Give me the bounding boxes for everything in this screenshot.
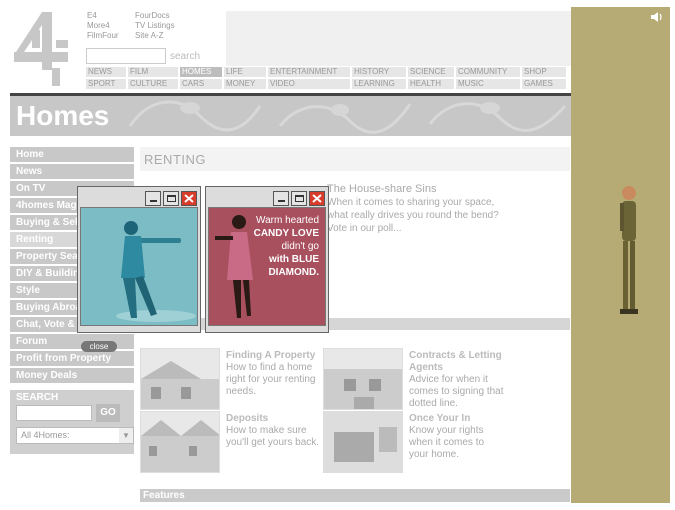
nav-games[interactable]: GAMES [522, 79, 566, 89]
man-figure-icon [620, 186, 638, 314]
link-filmfour[interactable]: FilmFour [87, 31, 119, 41]
house-photo-2[interactable] [323, 348, 403, 410]
channel4-logo[interactable] [12, 10, 74, 88]
sidebar-item-profit[interactable]: Profit from Property [10, 351, 134, 366]
maximize-icon[interactable] [291, 190, 307, 206]
go-button[interactable]: GO [96, 404, 120, 422]
nav-sport[interactable]: SPORT [86, 79, 126, 89]
search-heading: SEARCH [16, 392, 59, 403]
card-text-finding: How to find a home right for your rentin… [226, 362, 316, 397]
minimize-icon[interactable] [273, 190, 289, 206]
ad-line-5: DIAMOND. [268, 267, 319, 278]
ad-line-1: Warm hearted [256, 215, 319, 226]
popup-close-button[interactable]: close [81, 341, 117, 352]
ad-line-2: CANDY LOVE [253, 228, 319, 239]
popup-window-pink[interactable]: Warm hearted CANDY LOVE didn't go with B… [205, 186, 329, 333]
ad-line-4: with BLUE [269, 254, 319, 265]
nav-culture[interactable]: CULTURE [128, 79, 178, 89]
nav-learning[interactable]: LEARNING [352, 79, 406, 89]
nav-science[interactable]: SCIENCE [408, 67, 454, 77]
nav-cars[interactable]: CARS [180, 79, 222, 89]
maximize-icon[interactable] [163, 190, 179, 206]
nav-music[interactable]: MUSIC [456, 79, 520, 89]
card-text-deposits: How to make sure you'll get yours back. [226, 425, 320, 448]
house-photo-3[interactable] [140, 411, 220, 473]
house-photo-icon [324, 412, 402, 472]
header-banner-area [226, 11, 571, 66]
link-e4[interactable]: E4 [87, 11, 119, 21]
link-fourdocs[interactable]: FourDocs [135, 11, 175, 21]
features-bar: Features [140, 489, 570, 502]
sidebar-item-home[interactable]: Home [10, 147, 134, 162]
sidebar-item-news[interactable]: News [10, 164, 134, 179]
section-select-value: All 4Homes: [21, 430, 70, 440]
link-more4[interactable]: More4 [87, 21, 119, 31]
sidebar-search-panel: SEARCH GO All 4Homes: ▼ [10, 390, 134, 454]
nav-money[interactable]: MONEY [224, 79, 266, 89]
popup-titlebar[interactable] [80, 189, 198, 207]
top-links-col2: FourDocs TV Listings Site A-Z [135, 11, 175, 41]
card-title-deposits[interactable]: Deposits [226, 413, 268, 425]
card-text-once-in: Know your rights when it comes to your h… [409, 425, 485, 460]
header-search-button[interactable]: search [170, 51, 200, 62]
house-photo-4[interactable] [323, 411, 403, 473]
house-photo-icon [141, 420, 219, 472]
nav-film[interactable]: FILM [128, 67, 178, 77]
page-title: Homes [16, 100, 110, 131]
nav-homes[interactable]: HOMES [180, 67, 222, 77]
close-icon[interactable] [309, 190, 325, 206]
speaker-icon[interactable] [650, 11, 664, 23]
chevron-down-icon[interactable]: ▼ [119, 428, 133, 443]
link-site-az[interactable]: Site A-Z [135, 31, 175, 41]
card-title-contracts[interactable]: Contracts & Letting Agents [409, 350, 509, 374]
top-links-col1: E4 More4 FilmFour [87, 11, 119, 41]
nav-community[interactable]: COMMUNITY [456, 67, 520, 77]
woman-pointing-icon [116, 221, 196, 322]
popup-content-pink[interactable]: Warm hearted CANDY LOVE didn't go with B… [208, 207, 326, 326]
popup-window-blue[interactable] [77, 186, 201, 333]
section-banner: Homes [10, 96, 571, 136]
feature-text: When it comes to sharing your space, wha… [327, 197, 499, 234]
nav-history[interactable]: HISTORY [352, 67, 406, 77]
nav-video[interactable]: VIDEO [268, 79, 350, 89]
nav-shop[interactable]: SHOP [522, 67, 566, 77]
ad-panel[interactable] [571, 7, 670, 503]
house-photo-icon [324, 369, 402, 409]
section-select[interactable]: All 4Homes: ▼ [16, 427, 134, 444]
card-title-finding[interactable]: Finding A Property [226, 350, 315, 362]
nav-row-secondary: SPORT CULTURE CARS MONEY VIDEO LEARNING … [86, 79, 566, 89]
nav-entertainment[interactable]: ENTERTAINMENT [268, 67, 350, 77]
house-photo-icon [141, 361, 219, 409]
popup-ad-text: Warm hearted CANDY LOVE didn't go with B… [239, 214, 319, 279]
card-text-contracts: Advice for when it comes to signing that… [409, 374, 504, 409]
link-tv-listings[interactable]: TV Listings [135, 21, 175, 31]
minimize-icon[interactable] [145, 190, 161, 206]
sidebar-search-input[interactable] [16, 405, 92, 421]
feature-title[interactable]: The House-share Sins [327, 183, 436, 195]
features-label: Features [143, 490, 185, 501]
header-search-input[interactable] [86, 48, 166, 64]
popup-content-blue[interactable] [80, 207, 198, 326]
ad-line-3: didn't go [281, 241, 320, 252]
ornament-pattern-icon [128, 100, 567, 134]
nav-row-primary: NEWS FILM HOMES LIFE ENTERTAINMENT HISTO… [86, 67, 566, 77]
card-title-once-in[interactable]: Once Your In [409, 413, 470, 425]
nav-news[interactable]: NEWS [86, 67, 126, 77]
close-icon[interactable] [181, 190, 197, 206]
sidebar-item-money-deals[interactable]: Money Deals [10, 368, 134, 383]
house-photo-1[interactable] [140, 348, 220, 410]
section-title: RENTING [144, 152, 206, 167]
nav-life[interactable]: LIFE [224, 67, 266, 77]
nav-health[interactable]: HEALTH [408, 79, 454, 89]
popup-titlebar[interactable] [208, 189, 326, 207]
